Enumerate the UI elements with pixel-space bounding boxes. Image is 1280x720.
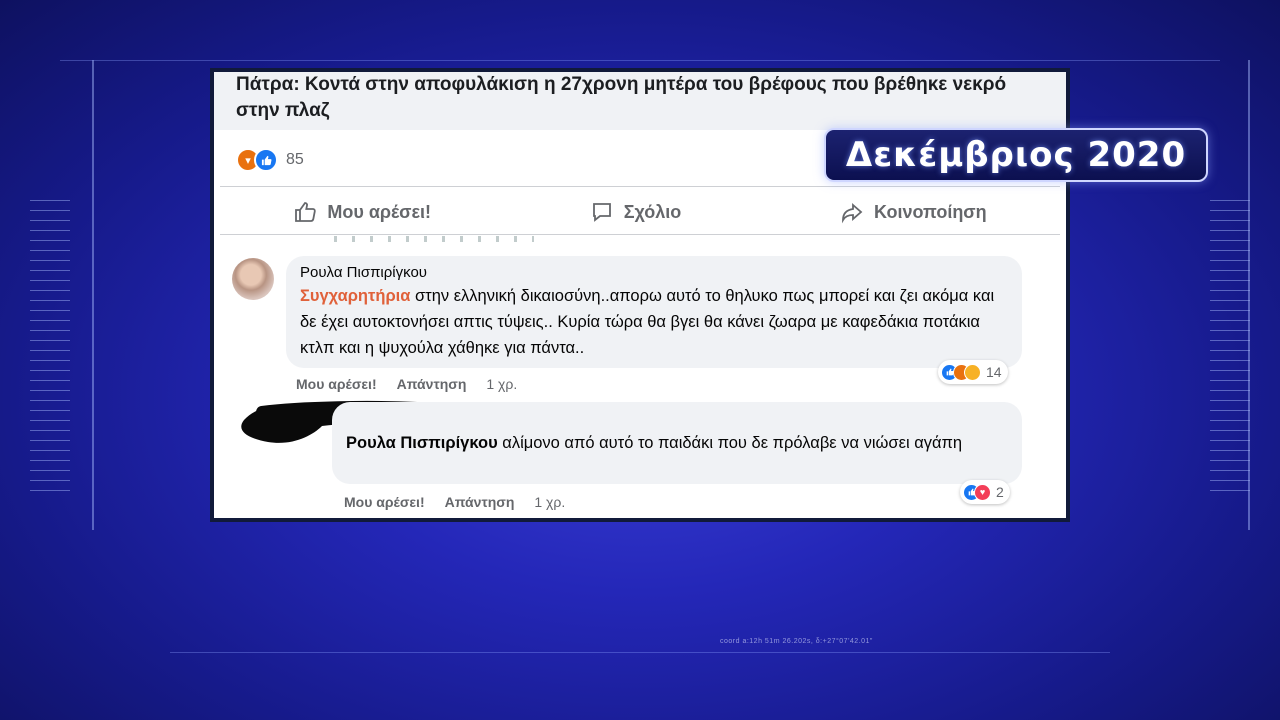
comment-like-link[interactable]: Μου αρέσει! — [296, 376, 377, 392]
hud-line-bottom — [170, 652, 1110, 653]
share-icon — [842, 203, 863, 224]
coord-readout: coord a:12h 51m 26.202s, δ:+27°07'42.01" — [720, 638, 873, 645]
comment-button[interactable]: Σχόλιο — [590, 200, 682, 224]
divider-bottom — [220, 234, 1060, 235]
reply-body: αλίμονο από αυτό το παιδάκι που δε πρόλα… — [497, 434, 963, 452]
post-actions: Μου αρέσει! Σχόλιο Κοινοποίηση — [214, 192, 1066, 232]
comment-highlight[interactable]: Συγχαρητήρια — [300, 287, 410, 305]
comment-reaction-count: 14 — [986, 364, 1002, 380]
reply-time[interactable]: 1 χρ. — [534, 494, 565, 510]
reply-like-link[interactable]: Μου αρέσει! — [344, 494, 425, 510]
post-title[interactable]: Πάτρα: Κοντά στην αποφυλάκιση η 27χρονη … — [236, 72, 1036, 124]
reply-reaction-count: 2 — [996, 484, 1004, 500]
reply-mention[interactable]: Ρουλα Πισπιρίγκου — [346, 434, 498, 452]
hud-line-top — [60, 60, 1220, 61]
reply-reply-link[interactable]: Απάντηση — [445, 494, 515, 510]
reaction-count[interactable]: 85 — [286, 151, 304, 169]
avatar[interactable] — [232, 258, 274, 300]
like-icon — [254, 148, 278, 172]
comment-author[interactable]: Ρουλα Πισπιρίγκου — [300, 264, 1008, 281]
hud-frame-left — [92, 60, 154, 530]
reply-meta: Μου αρέσει! Απάντηση 1 χρ. — [344, 494, 565, 510]
sad-icon — [964, 363, 981, 381]
date-badge: Δεκέμβριος 2020 — [824, 128, 1208, 182]
comment-time[interactable]: 1 χρ. — [486, 376, 517, 392]
share-button[interactable]: Κοινοποίηση — [840, 200, 987, 224]
comment-bubble: Ρουλα Πισπιρίγκου Συγχαρητήρια στην ελλη… — [286, 256, 1022, 368]
reply-bubble: Ρουλα Πισπιρίγκου αλίμονο από αυτό το πα… — [332, 402, 1022, 484]
reply-text: Ρουλα Πισπιρίγκου αλίμονο από αυτό το πα… — [346, 430, 1008, 456]
comment-icon — [592, 203, 611, 222]
share-label: Κοινοποίηση — [873, 201, 987, 222]
hud-ticks-right — [1210, 200, 1250, 500]
reply-reactions[interactable]: ♥ 2 — [960, 480, 1010, 504]
comment-text: Συγχαρητήρια στην ελληνική δικαιοσύνη..α… — [300, 283, 1008, 361]
comment-label: Σχόλιο — [623, 201, 682, 222]
love-icon: ♥ — [974, 483, 991, 501]
cropped-text-fragment — [334, 236, 534, 242]
comment-meta: Μου αρέσει! Απάντηση 1 χρ. — [296, 376, 517, 392]
divider-top — [220, 186, 1060, 187]
like-label: Μου αρέσει! — [327, 201, 431, 222]
comment-reactions[interactable]: 14 — [938, 360, 1008, 384]
hud-ticks-left — [30, 200, 70, 500]
post-reactions[interactable]: ▾ 85 — [236, 148, 304, 172]
thumbs-up-icon — [295, 202, 317, 222]
comment-reply-link[interactable]: Απάντηση — [397, 376, 467, 392]
like-button[interactable]: Μου αρέσει! — [293, 200, 431, 224]
